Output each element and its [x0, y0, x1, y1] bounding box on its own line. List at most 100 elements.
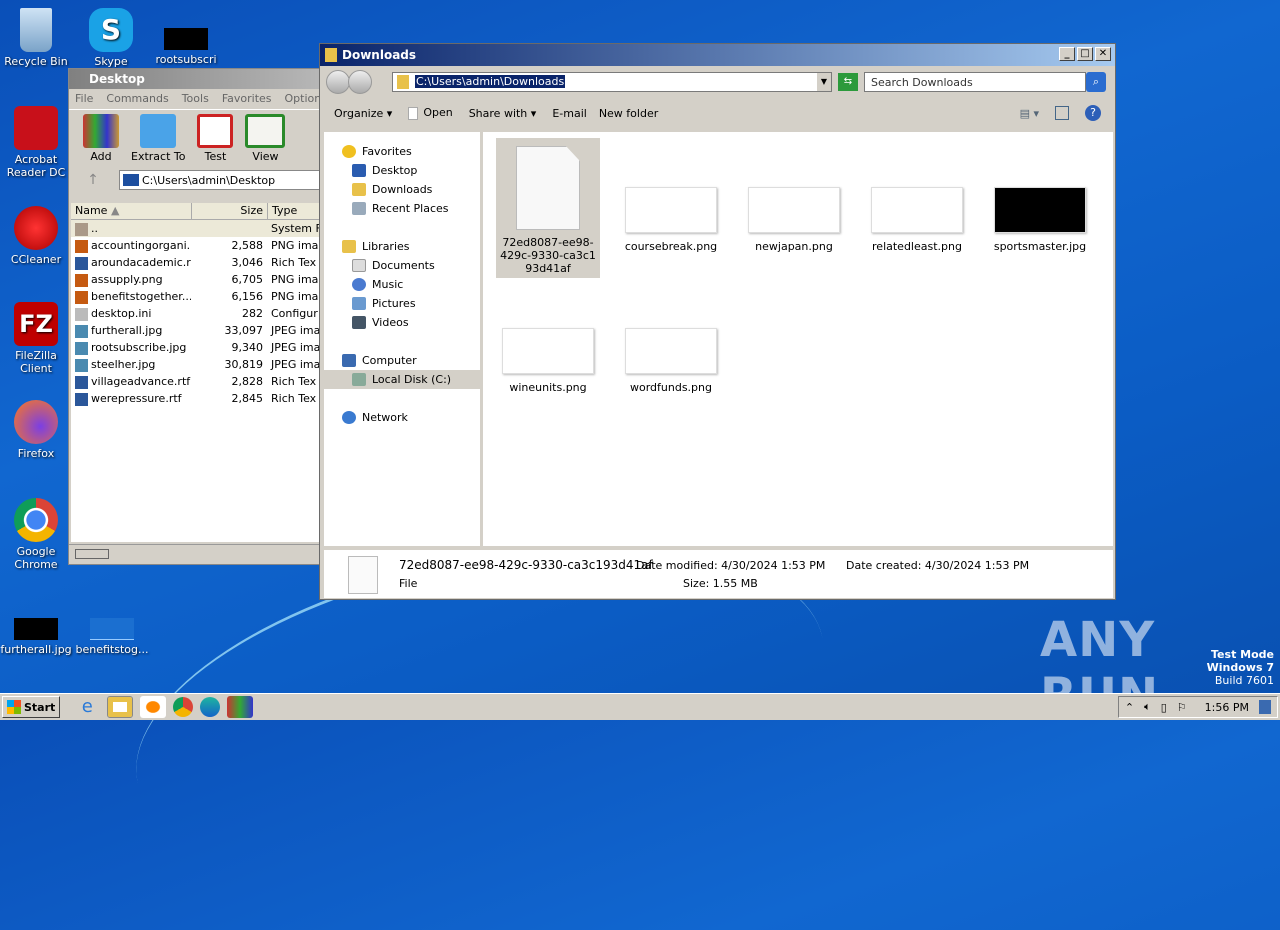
nav-videos[interactable]: Videos: [324, 313, 480, 332]
desktop-icon-firefox[interactable]: Firefox: [0, 400, 74, 460]
nav-music[interactable]: Music: [324, 275, 480, 294]
share-with-button[interactable]: Share with ▾: [469, 107, 537, 120]
show-desktop-icon[interactable]: [1259, 700, 1271, 714]
table-row[interactable]: steelher.jpg 30,819 JPEG ima: [71, 356, 327, 373]
column-size[interactable]: Size: [191, 203, 267, 219]
desktop-icon-benefitstog[interactable]: benefitstog...: [74, 618, 150, 656]
desktop-icon-chrome[interactable]: Google Chrome: [0, 498, 74, 571]
menu-commands[interactable]: Commands: [106, 92, 168, 106]
nav-label: Network: [362, 411, 408, 424]
table-row[interactable]: aroundacademic.rtf 3,046 Rich Tex: [71, 254, 327, 271]
menu-tools[interactable]: Tools: [182, 92, 209, 106]
close-button[interactable]: ✕: [1095, 47, 1111, 61]
ie-taskbar-icon[interactable]: e: [74, 696, 100, 718]
extract-to-button[interactable]: Extract To: [131, 114, 185, 163]
address-bar[interactable]: C:\Users\admin\Downloads ▼: [392, 72, 832, 92]
file-item[interactable]: wordfunds.png: [619, 328, 723, 394]
up-arrow-icon[interactable]: ↑: [73, 172, 113, 188]
nav-local-disk[interactable]: Local Disk (C:): [324, 370, 480, 389]
desktop-icon-acrobat[interactable]: Acrobat Reader DC: [0, 106, 74, 179]
nav-documents[interactable]: Documents: [324, 256, 480, 275]
volume-icon[interactable]: 🔈︎: [1144, 700, 1151, 714]
search-icon[interactable]: ⌕: [1086, 72, 1106, 92]
help-icon[interactable]: ?: [1085, 105, 1101, 121]
nav-favorites[interactable]: Favorites: [324, 142, 480, 161]
desktop-icon-rootsubscri[interactable]: rootsubscri: [148, 28, 224, 66]
table-row[interactable]: furtherall.jpg 33,097 JPEG ima: [71, 322, 327, 339]
path-bar: ↑ C:\Users\admin\Desktop: [69, 167, 327, 193]
new-folder-button[interactable]: New folder: [599, 107, 658, 120]
refresh-button[interactable]: ⇆: [838, 73, 858, 91]
videos-icon: [352, 316, 366, 329]
email-button[interactable]: E-mail: [552, 107, 587, 120]
clock[interactable]: 1:56 PM: [1205, 701, 1249, 714]
winrar-taskbar-icon[interactable]: [227, 696, 254, 718]
sort-asc-icon: ▲: [110, 204, 120, 217]
file-type: PNG ima: [271, 239, 319, 252]
minimize-button[interactable]: _: [1059, 47, 1075, 61]
forward-button[interactable]: [348, 70, 372, 94]
add-button[interactable]: Add: [83, 114, 119, 163]
table-row[interactable]: assupply.png 6,705 PNG ima: [71, 271, 327, 288]
preview-pane-icon[interactable]: [1055, 106, 1069, 120]
nav-computer[interactable]: Computer: [324, 351, 480, 370]
path-field[interactable]: C:\Users\admin\Desktop: [119, 170, 323, 190]
nav-libraries[interactable]: Libraries: [324, 237, 480, 256]
menu-favorites[interactable]: Favorites: [222, 92, 272, 106]
file-item[interactable]: 72ed8087-ee98-429c-9330-ca3c193d41af: [496, 138, 600, 278]
table-row[interactable]: werepressure.rtf 2,845 Rich Tex: [71, 390, 327, 407]
table-row[interactable]: .. System F: [71, 220, 327, 237]
desktop-icon-filezilla[interactable]: FZ FileZilla Client: [0, 302, 74, 375]
chrome-taskbar-icon[interactable]: [173, 697, 194, 717]
table-row[interactable]: desktop.ini 282 Configur: [71, 305, 327, 322]
network-tray-icon[interactable]: ▯: [1161, 701, 1167, 714]
title-bar[interactable]: Downloads _ □ ✕: [320, 44, 1115, 66]
view-options-icon[interactable]: ▤ ▾: [1020, 107, 1039, 120]
column-name[interactable]: Name ▲: [71, 203, 191, 219]
explorer-taskbar-icon[interactable]: [107, 696, 134, 718]
file-type: Rich Tex: [271, 392, 317, 405]
file-item[interactable]: coursebreak.png: [619, 187, 723, 253]
file-size: 2,828: [231, 375, 264, 388]
table-row[interactable]: villageadvance.rtf 2,828 Rich Tex: [71, 373, 327, 390]
table-row[interactable]: benefitstogether... 6,156 PNG ima: [71, 288, 327, 305]
title-bar[interactable]: Desktop: [69, 69, 327, 89]
file-item[interactable]: wineunits.png: [496, 328, 600, 394]
show-hidden-icons-icon[interactable]: ⌃: [1125, 701, 1134, 714]
nav-network[interactable]: Network: [324, 408, 480, 427]
desktop-icon-skype[interactable]: S Skype: [73, 8, 149, 68]
desktop-icon-furtherall[interactable]: furtherall.jpg: [0, 618, 74, 656]
file-item[interactable]: relatedleast.png: [865, 187, 969, 253]
windows-logo-icon: [7, 700, 21, 714]
action-center-flag-icon[interactable]: ⚐: [1177, 701, 1187, 714]
address-dropdown-icon[interactable]: ▼: [817, 73, 831, 91]
table-row[interactable]: rootsubscribe.jpg 9,340 JPEG ima: [71, 339, 327, 356]
search-input[interactable]: Search Downloads: [864, 72, 1086, 92]
media-player-taskbar-icon[interactable]: [140, 696, 167, 718]
open-button[interactable]: Open: [408, 106, 453, 120]
desktop-icon-ccleaner[interactable]: CCleaner: [0, 206, 74, 266]
organize-button[interactable]: Organize ▾: [334, 107, 392, 120]
maximize-button[interactable]: □: [1077, 47, 1093, 61]
file-type: JPEG ima: [271, 358, 321, 371]
icon-label: CCleaner: [10, 253, 62, 266]
view-button[interactable]: View: [245, 114, 286, 163]
explorer-window: Downloads _ □ ✕ C:\Users\admin\Downloads ▼…: [319, 43, 1116, 600]
back-button[interactable]: [326, 70, 350, 94]
nav-recent-places[interactable]: Recent Places: [324, 199, 480, 218]
drive-icon: [123, 174, 139, 186]
table-row[interactable]: accountingorgani... 2,588 PNG ima: [71, 237, 327, 254]
start-button[interactable]: Start: [2, 696, 61, 718]
nav-desktop[interactable]: Desktop: [324, 161, 480, 180]
menu-file[interactable]: File: [75, 92, 93, 106]
nav-downloads[interactable]: Downloads: [324, 180, 480, 199]
column-type[interactable]: Type: [267, 203, 327, 219]
music-icon: [352, 278, 366, 291]
file-item[interactable]: sportsmaster.jpg: [988, 187, 1092, 253]
test-button[interactable]: Test: [197, 114, 234, 163]
nav-pictures[interactable]: Pictures: [324, 294, 480, 313]
status-bar: [69, 544, 327, 564]
file-item[interactable]: newjapan.png: [742, 187, 846, 253]
edge-taskbar-icon[interactable]: [200, 697, 221, 717]
desktop-icon-recycle-bin[interactable]: Recycle Bin: [0, 8, 74, 68]
